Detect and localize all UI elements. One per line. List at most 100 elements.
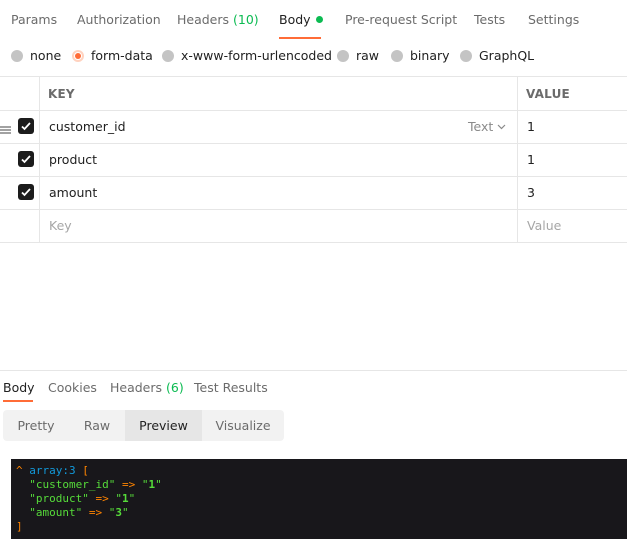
tab-settings[interactable]: Settings xyxy=(528,12,579,27)
preview-line: ^ array:3 [ xyxy=(11,464,627,478)
response-tab-cookies[interactable]: Cookies xyxy=(48,380,97,395)
field-type-label: Text xyxy=(468,119,494,134)
response-preview: ^ array:3 [ "customer_id" => "1" "produc… xyxy=(11,459,627,539)
tab-params[interactable]: Params xyxy=(11,12,57,27)
radio-binary[interactable]: binary xyxy=(391,48,450,63)
response-tabs: Body Cookies Headers (6) Test Results xyxy=(0,370,627,403)
chevron-down-icon xyxy=(497,124,506,130)
response-tab-test-results[interactable]: Test Results xyxy=(194,380,268,395)
entry-key: customer_id xyxy=(35,478,109,491)
preview-line: "product" => "1" xyxy=(29,492,136,505)
column-divider xyxy=(517,143,518,176)
column-divider xyxy=(517,209,518,242)
radio-x-www-form-urlencoded[interactable]: x-www-form-urlencoded xyxy=(162,48,332,63)
array-type-label: array:3 xyxy=(29,464,76,477)
tab-params-label: Params xyxy=(11,12,58,27)
radio-graphql-label: GraphQL xyxy=(479,48,535,63)
headers-count-badge: (10) xyxy=(233,12,259,27)
preview-line: ] xyxy=(11,520,627,534)
view-mode-selector: Pretty Raw Preview Visualize xyxy=(3,410,284,441)
table-row-new: Key Value xyxy=(0,209,627,243)
tab-authorization[interactable]: Authorization xyxy=(77,12,161,27)
key-column-header: KEY xyxy=(48,87,75,101)
view-preview-button[interactable]: Preview xyxy=(125,410,202,441)
radio-raw-circle[interactable] xyxy=(337,49,349,62)
request-tabs: Params Authorization Headers (10) Body P… xyxy=(0,0,627,40)
preview-line: "amount" => "3" xyxy=(29,506,129,519)
response-tab-body[interactable]: Body xyxy=(3,380,35,395)
view-visualize-button[interactable]: Visualize xyxy=(202,410,284,441)
radio-form-data[interactable]: form-data xyxy=(72,48,153,63)
view-pretty-button[interactable]: Pretty xyxy=(3,410,69,441)
radio-none[interactable]: none xyxy=(11,48,61,63)
column-divider xyxy=(39,176,40,209)
collapse-toggle-icon[interactable]: ^ xyxy=(16,464,23,477)
entry-key: amount xyxy=(35,506,76,519)
entry-arrow: => xyxy=(88,506,103,519)
body-type-selector: none form-data x-www-form-urlencoded raw… xyxy=(0,48,627,66)
row-enabled-checkbox[interactable] xyxy=(18,118,34,134)
field-type-dropdown[interactable]: Text xyxy=(468,119,506,134)
preview-line: "customer_id" => "1" xyxy=(29,478,162,491)
radio-binary-label: binary xyxy=(410,48,450,63)
value-column-header: VALUE xyxy=(526,87,570,101)
row-key-field[interactable]: product xyxy=(49,152,97,167)
radio-form-data-circle[interactable] xyxy=(72,49,84,62)
radio-binary-circle[interactable] xyxy=(391,49,403,62)
column-divider xyxy=(39,143,40,176)
row-value-field[interactable]: 1 xyxy=(527,152,535,167)
column-divider xyxy=(39,209,40,242)
column-divider xyxy=(39,77,40,110)
tab-tests[interactable]: Tests xyxy=(474,12,505,27)
response-tab-underline xyxy=(3,400,33,402)
table-row: customer_id Text 1 xyxy=(0,110,627,144)
drag-handle-icon[interactable] xyxy=(0,120,11,139)
radio-raw[interactable]: raw xyxy=(337,48,379,63)
tab-authorization-label: Authorization xyxy=(77,12,161,27)
active-tab-underline xyxy=(279,37,321,39)
radio-none-label: none xyxy=(30,48,62,63)
tab-pre-request-label: Pre-request Script xyxy=(345,12,458,27)
radio-urlencoded-circle[interactable] xyxy=(162,49,174,62)
row-key-field[interactable]: amount xyxy=(49,185,97,200)
close-bracket: ] xyxy=(16,520,23,533)
column-divider xyxy=(39,110,40,143)
entry-key: product xyxy=(35,492,83,505)
tab-pre-request-script[interactable]: Pre-request Script xyxy=(345,12,457,27)
row-value-field[interactable]: 3 xyxy=(527,185,535,200)
radio-none-circle[interactable] xyxy=(11,49,23,62)
view-raw-button[interactable]: Raw xyxy=(69,410,125,441)
radio-urlencoded-label: x-www-form-urlencoded xyxy=(181,48,332,63)
new-key-input[interactable]: Key xyxy=(49,218,72,233)
response-tab-body-label: Body xyxy=(3,380,35,395)
row-value-field[interactable]: 1 xyxy=(527,119,535,134)
radio-form-data-label: form-data xyxy=(91,48,153,63)
row-key-field[interactable]: customer_id xyxy=(49,119,126,134)
row-enabled-checkbox[interactable] xyxy=(18,151,34,167)
radio-graphql[interactable]: GraphQL xyxy=(460,48,534,63)
tab-settings-label: Settings xyxy=(528,12,580,27)
table-row: amount 3 xyxy=(0,176,627,210)
response-headers-count: (6) xyxy=(166,380,184,395)
column-divider xyxy=(517,110,518,143)
tab-body-label: Body xyxy=(279,12,311,27)
response-tab-cookies-label: Cookies xyxy=(48,380,97,395)
entry-value: 3 xyxy=(115,506,122,519)
entry-arrow: => xyxy=(121,478,136,491)
radio-graphql-circle[interactable] xyxy=(460,49,472,62)
tab-headers[interactable]: Headers (10) xyxy=(177,12,259,27)
entry-arrow: => xyxy=(95,492,109,505)
new-value-input[interactable]: Value xyxy=(527,218,561,233)
tab-tests-label: Tests xyxy=(474,12,506,27)
table-header-row: KEY VALUE xyxy=(0,76,627,111)
column-divider xyxy=(517,176,518,209)
radio-raw-label: raw xyxy=(356,48,380,63)
response-tab-test-results-label: Test Results xyxy=(194,380,268,395)
table-row: product 1 xyxy=(0,143,627,177)
column-divider xyxy=(517,77,518,110)
response-tab-headers[interactable]: Headers (6) xyxy=(110,380,184,395)
body-indicator-dot xyxy=(315,16,323,23)
tab-body[interactable]: Body xyxy=(279,12,323,27)
row-enabled-checkbox[interactable] xyxy=(18,184,34,200)
entry-value: 1 xyxy=(121,492,129,505)
